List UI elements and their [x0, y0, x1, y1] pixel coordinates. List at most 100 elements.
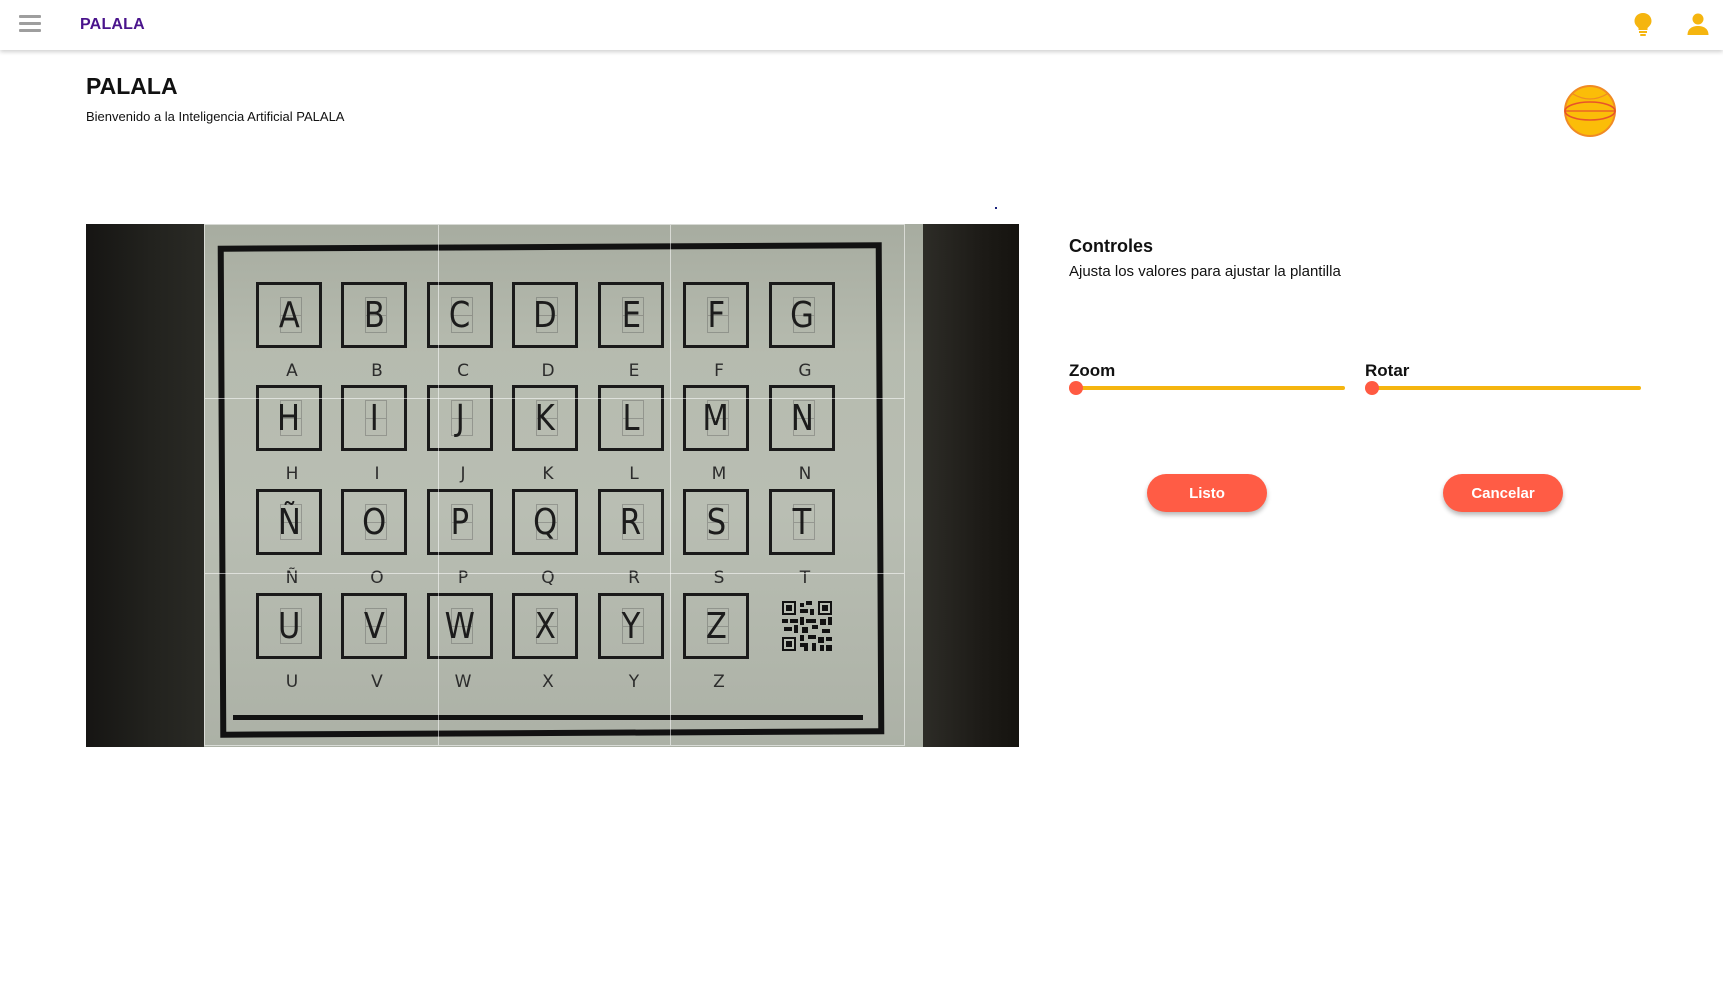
letter-box[interactable]: T: [769, 489, 835, 555]
top-app-bar: PALALA: [0, 0, 1723, 50]
letter-label: N: [798, 464, 812, 484]
letter-glyph: C: [449, 294, 471, 336]
letter-box[interactable]: O: [341, 489, 407, 555]
letter-label: P: [457, 568, 469, 588]
zoom-slider-thumb[interactable]: [1069, 381, 1083, 395]
letter-label: S: [713, 568, 725, 588]
app-brand[interactable]: PALALA: [80, 16, 145, 34]
letter-label: T: [799, 568, 811, 588]
zoom-label: Zoom: [1069, 361, 1116, 380]
letter-glyph: R: [620, 501, 642, 543]
letter-label: G: [798, 361, 812, 381]
letter-box[interactable]: N: [769, 385, 835, 451]
letter-box[interactable]: Y: [598, 593, 664, 659]
letter-glyph: U: [277, 605, 301, 647]
letter-box[interactable]: W: [427, 593, 493, 659]
letter-glyph: E: [621, 294, 641, 336]
letter-box[interactable]: Q: [512, 489, 578, 555]
rotate-slider-track[interactable]: [1365, 386, 1641, 390]
letter-box[interactable]: P: [427, 489, 493, 555]
letter-label: I: [374, 464, 380, 484]
letter-glyph: Z: [705, 605, 727, 647]
decorative-dot: [995, 207, 997, 209]
lightbulb-icon[interactable]: [1632, 12, 1654, 36]
letter-glyph: Ñ: [277, 501, 301, 543]
letter-box[interactable]: A: [256, 282, 322, 348]
letter-label: R: [628, 568, 640, 588]
letter-glyph: Y: [621, 605, 641, 647]
letter-box[interactable]: J: [427, 385, 493, 451]
letter-label: X: [542, 672, 554, 692]
template-capture-image[interactable]: A A B B C C D D E E F F G G H H I I J J K K L L M M N N Ñ Ñ O O P P Q Q R R S S…: [86, 224, 1019, 747]
letter-label: C: [457, 361, 469, 381]
letter-glyph: P: [450, 501, 470, 543]
letter-box[interactable]: Z: [683, 593, 749, 659]
letter-label: H: [285, 464, 299, 484]
letter-box[interactable]: U: [256, 593, 322, 659]
letter-label: O: [370, 568, 384, 588]
letter-label: J: [460, 464, 466, 484]
letter-label: Ñ: [285, 568, 299, 588]
rotate-label: Rotar: [1365, 361, 1410, 380]
letter-glyph: O: [361, 501, 387, 543]
letter-glyph: T: [792, 501, 812, 543]
letter-label: E: [628, 361, 640, 381]
hamburger-menu-icon[interactable]: [19, 15, 41, 33]
letter-box[interactable]: K: [512, 385, 578, 451]
user-icon[interactable]: [1686, 12, 1710, 36]
letter-box[interactable]: Ñ: [256, 489, 322, 555]
rotate-slider-thumb[interactable]: [1365, 381, 1379, 395]
zoom-slider-track[interactable]: [1069, 386, 1345, 390]
letter-box[interactable]: I: [341, 385, 407, 451]
page-subtitle: Bienvenido a la Inteligencia Artificial …: [86, 109, 345, 124]
letter-box[interactable]: L: [598, 385, 664, 451]
letter-box[interactable]: F: [683, 282, 749, 348]
letter-glyph: I: [369, 397, 379, 439]
rotate-slider[interactable]: [1365, 380, 1641, 396]
letter-box[interactable]: R: [598, 489, 664, 555]
letter-label: F: [714, 361, 724, 381]
letter-glyph: N: [790, 397, 814, 439]
letter-label: Q: [541, 568, 555, 588]
letter-label: L: [629, 464, 639, 484]
letter-glyph: Q: [532, 501, 558, 543]
letter-box[interactable]: G: [769, 282, 835, 348]
letter-label: B: [371, 361, 383, 381]
letter-box[interactable]: H: [256, 385, 322, 451]
letter-label: V: [371, 672, 383, 692]
controls-title: Controles: [1069, 236, 1154, 256]
letter-label: U: [285, 672, 299, 692]
letter-glyph: W: [444, 605, 476, 647]
letter-glyph: L: [622, 397, 640, 439]
letter-label: W: [454, 672, 472, 692]
letter-glyph: A: [278, 294, 300, 336]
letter-box[interactable]: D: [512, 282, 578, 348]
letter-glyph: B: [363, 294, 385, 336]
cancel-button[interactable]: Cancelar: [1443, 474, 1563, 512]
letter-glyph: D: [533, 294, 557, 336]
page-title: PALALA: [86, 73, 178, 99]
palala-ball-logo: [1564, 85, 1616, 137]
letter-glyph: F: [707, 294, 725, 336]
letter-box[interactable]: C: [427, 282, 493, 348]
letter-label: Y: [628, 672, 640, 692]
letter-label: M: [711, 464, 727, 484]
letter-glyph: M: [702, 397, 730, 439]
letter-label: D: [541, 361, 555, 381]
letter-box[interactable]: X: [512, 593, 578, 659]
letter-box[interactable]: B: [341, 282, 407, 348]
letter-label: K: [542, 464, 554, 484]
image-background-right: [923, 224, 1019, 747]
letter-glyph: V: [363, 605, 385, 647]
letter-glyph: G: [790, 294, 814, 336]
letter-box[interactable]: V: [341, 593, 407, 659]
controls-description: Ajusta los valores para ajustar la plant…: [1069, 263, 1341, 280]
letter-label: A: [286, 361, 298, 381]
image-background-left: [86, 224, 204, 747]
letter-box[interactable]: S: [683, 489, 749, 555]
letter-glyph: S: [706, 501, 726, 543]
letter-box[interactable]: M: [683, 385, 749, 451]
zoom-slider[interactable]: [1069, 380, 1345, 396]
done-button[interactable]: Listo: [1147, 474, 1267, 512]
letter-box[interactable]: E: [598, 282, 664, 348]
